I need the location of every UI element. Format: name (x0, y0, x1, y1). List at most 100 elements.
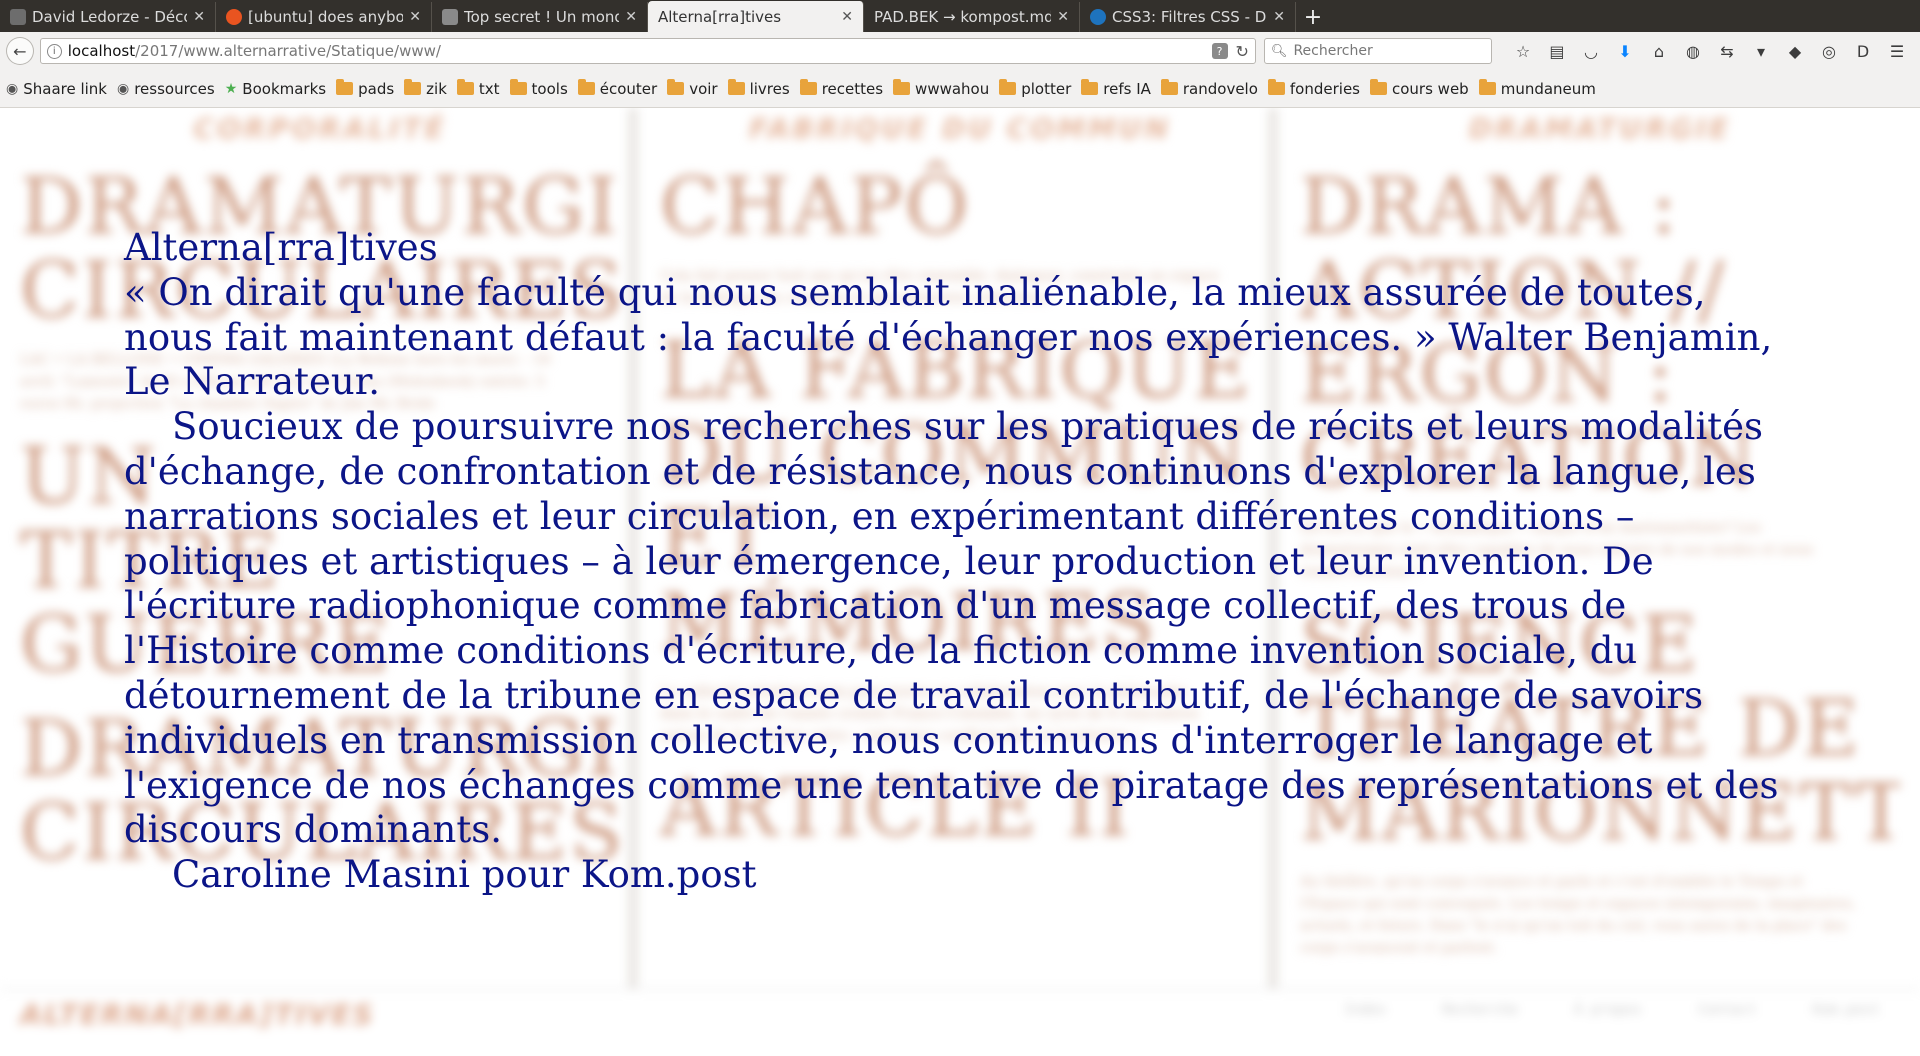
site-footer: ALTERNA[RRA]TIVES Index Recherche À prop… (0, 988, 1920, 1051)
tab-strip: David Ledorze - Décorate ✕ [ubuntu] does… (0, 0, 1920, 32)
pocket-icon[interactable]: ◡ (1579, 39, 1603, 63)
bookmark-folder[interactable]: txt (456, 79, 500, 98)
tab-label: [ubuntu] does anybod (248, 8, 404, 26)
bookmark-folder[interactable]: fonderies (1267, 79, 1360, 98)
search-input[interactable]: 🔍︎ Rechercher (1263, 38, 1492, 64)
new-tab-button[interactable]: + (1296, 2, 1330, 32)
bookmarks-star-icon: ★ (224, 80, 238, 97)
bookmark-item[interactable]: ◉ Shaare link (6, 80, 107, 98)
url-host: localhost (67, 42, 136, 60)
bookmark-item[interactable]: ◉ ressources (117, 80, 215, 98)
tab-label: PAD.BEK → kompost.md (874, 8, 1052, 26)
globe-icon[interactable]: ◎ (1817, 39, 1841, 63)
body-line: d'échange, de confrontation et de résist… (124, 449, 1756, 493)
bookmark-star-icon[interactable]: ☆ (1511, 39, 1535, 63)
chevron-down-icon[interactable]: ▾ (1749, 39, 1773, 63)
intro-overlay: Alterna[rra]tives « On dirait qu'une fac… (124, 226, 1804, 898)
folder-icon (667, 79, 685, 95)
bookmark-folder[interactable]: wwwahou (893, 79, 989, 98)
bookmark-folder[interactable]: plotter (999, 79, 1071, 98)
tab-4[interactable]: PAD.BEK → kompost.md ✕ (864, 2, 1080, 32)
reload-icon[interactable]: ↻ (1236, 42, 1249, 61)
ubuntu-icon (226, 9, 242, 25)
bookmark-folder[interactable]: livres (727, 79, 790, 98)
tab-2[interactable]: Top secret ! Un monde ✕ (432, 2, 648, 32)
bookmark-link-icon: ◉ (117, 80, 130, 97)
extension-icon[interactable]: ◍ (1681, 39, 1705, 63)
sync-icon[interactable]: ⇆ (1715, 39, 1739, 63)
folder-icon (727, 79, 745, 95)
back-button[interactable]: ← (6, 37, 34, 65)
body-line: Soucieux de poursuivre nos recherches su… (172, 405, 1764, 449)
tab-3-active[interactable]: Alterna[rra]tives ✕ (648, 1, 864, 32)
footer-link-kompost[interactable]: Kom.post (1813, 1002, 1880, 1018)
page-viewport: CORPORALITÉ DRAMATURGIES CIRCULAIRES LAC… (0, 108, 1920, 1051)
footer-link-a-propos[interactable]: À propos (1574, 1002, 1641, 1018)
folder-icon (1478, 79, 1496, 95)
body-line: discours dominants. (124, 808, 502, 852)
body-line: individuels en transmission collective, … (124, 718, 1653, 762)
footer-link-index[interactable]: Index (1344, 1002, 1386, 1018)
bookmark-folder[interactable]: cours web (1370, 79, 1469, 98)
bookmark-folder[interactable]: tools (509, 79, 568, 98)
navigation-toolbar: ← i localhost /2017/www.alternarrative/S… (0, 32, 1920, 70)
tab-0[interactable]: David Ledorze - Décorate ✕ (0, 2, 216, 32)
css-favicon-icon (1090, 9, 1106, 25)
folder-icon (1370, 79, 1387, 95)
address-bar[interactable]: i localhost /2017/www.alternarrative/Sta… (39, 38, 1256, 64)
site-logo[interactable]: ALTERNA[RRA]TIVES (20, 998, 375, 1031)
quote-line: Le Narrateur. (124, 360, 381, 404)
bookmark-folder[interactable]: recettes (799, 79, 883, 98)
folder-icon (336, 79, 354, 95)
close-icon[interactable]: ✕ (625, 9, 637, 25)
body-line: narrations sociales et leur circulation,… (124, 494, 1635, 538)
toolbar-icons: ☆ ▤ ◡ ⬇ ⌂ ◍ ⇆ ▾ ◆ ◎ D ☰ (1506, 39, 1914, 63)
body-line: l'exigence de nos échanges comme une ten… (124, 763, 1779, 807)
footer-link-recherche[interactable]: Recherche (1442, 1002, 1518, 1018)
folder-icon (577, 79, 595, 95)
body-line: politiques et artistiques – à leur émerg… (124, 539, 1654, 583)
close-icon[interactable]: ✕ (1273, 9, 1285, 25)
download-icon[interactable]: ⬇ (1613, 39, 1637, 63)
folder-icon (456, 79, 474, 95)
bookmark-folder[interactable]: zik (404, 79, 447, 98)
hamburger-menu-icon[interactable]: ☰ (1885, 39, 1909, 63)
body-line: l'Histoire comme conditions d'écriture, … (124, 629, 1638, 673)
addon-d-icon[interactable]: D (1851, 39, 1875, 63)
folder-icon (799, 79, 817, 95)
tab-5[interactable]: CSS3: Filtres CSS - Des ✕ (1080, 2, 1296, 32)
bookmark-folder[interactable]: écouter (577, 79, 657, 98)
close-icon[interactable]: ✕ (1057, 9, 1069, 25)
tab-1[interactable]: [ubuntu] does anybod ✕ (216, 2, 432, 32)
big-title[interactable]: DRAMA : (1300, 979, 1900, 988)
question-icon[interactable]: ? (1211, 43, 1228, 59)
bookmark-folder[interactable]: pads (336, 79, 394, 98)
bookmark-folder[interactable]: randovelo (1160, 79, 1258, 98)
folder-icon (404, 79, 422, 95)
quote-line: « On dirait qu'une faculté qui nous semb… (124, 270, 1706, 314)
close-icon[interactable]: ✕ (193, 9, 205, 25)
bookmark-folder[interactable]: refs IA (1081, 79, 1151, 98)
bookmark-item[interactable]: ★ Bookmarks (225, 80, 326, 98)
url-path: /2017/www.alternarrative/Statique/www/ (135, 42, 441, 60)
bookmark-link-icon: ◉ (6, 80, 19, 97)
close-icon[interactable]: ✕ (409, 9, 421, 25)
footer-link-contact[interactable]: Contact (1698, 1002, 1757, 1018)
folder-icon (999, 79, 1017, 95)
body-line: détournement de la tribune en espace de … (124, 673, 1704, 717)
folder-icon (1081, 79, 1099, 95)
bookmark-folder[interactable]: voir (667, 79, 718, 98)
column-heading: FABRIQUE DU COMMUN (749, 112, 1171, 145)
tab-label: David Ledorze - Décorate (32, 8, 187, 26)
arrow-left-icon: ← (13, 41, 27, 61)
bookmark-folder[interactable]: mundaneum (1478, 79, 1596, 98)
info-icon[interactable]: i (46, 43, 62, 59)
folder-icon (509, 79, 527, 95)
close-icon[interactable]: ✕ (841, 9, 853, 25)
reader-list-icon[interactable]: ▤ (1545, 39, 1569, 63)
extension-puzzle-icon[interactable]: ◆ (1783, 39, 1807, 63)
search-placeholder: Rechercher (1293, 43, 1373, 59)
home-icon[interactable]: ⌂ (1647, 39, 1671, 63)
signature: Caroline Masini pour Kom.post (172, 853, 757, 897)
overlay-title: Alterna[rra]tives (124, 226, 438, 269)
